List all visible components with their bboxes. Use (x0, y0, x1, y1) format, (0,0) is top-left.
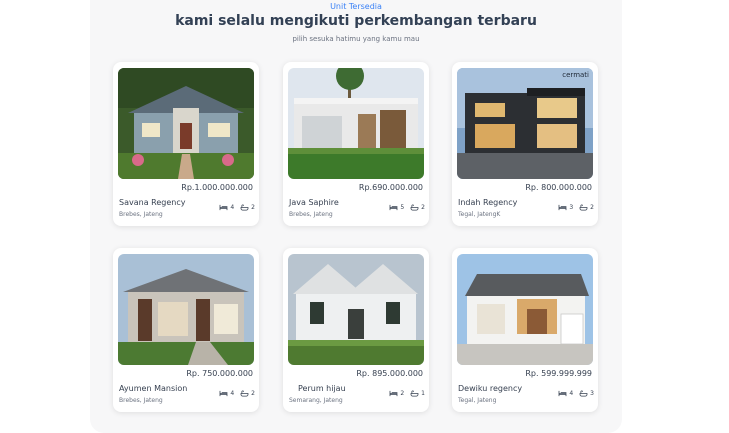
unit-price: Rp. 750.000.000 (186, 369, 253, 378)
unit-card-savana[interactable]: Rp.1.000.000.000 Savana Regency Brebes, … (113, 62, 259, 226)
bed-icon (558, 390, 567, 397)
unit-card-java-saphire[interactable]: Rp.690.000.000 Java Saphire Brebes, Jate… (283, 62, 429, 226)
unit-name[interactable]: Java Saphire (289, 198, 339, 207)
unit-card-dewiku-regency[interactable]: Rp. 599.999.999 Dewiku regency Tegal, Ja… (452, 248, 598, 412)
bath-count: 1 (410, 390, 425, 397)
unit-price: Rp. 895.000.000 (356, 369, 423, 378)
bed-count: 3 (558, 204, 573, 211)
unit-photo (118, 68, 254, 179)
bath-count: 2 (579, 204, 594, 211)
unit-location: Brebes, Jateng (289, 211, 333, 218)
unit-name[interactable]: Perum hijau (298, 384, 346, 393)
bath-count: 2 (240, 390, 255, 397)
unit-location: Tegal, Jateng (458, 397, 497, 404)
bath-count: 3 (579, 390, 594, 397)
bed-count: 4 (219, 204, 234, 211)
bed-icon (389, 204, 398, 211)
section-title: kami selalu mengikuti perkembangan terba… (175, 13, 537, 29)
bathtub-icon (410, 204, 419, 211)
unit-name[interactable]: Indah Regency (458, 198, 517, 207)
unit-photo (457, 254, 593, 365)
bed-count: 2 (389, 390, 404, 397)
bed-icon (389, 390, 398, 397)
bath-count: 2 (410, 204, 425, 211)
watermark: cermati (562, 71, 589, 79)
bath-count: 2 (240, 204, 255, 211)
unit-location: Brebes, Jateng (119, 397, 163, 404)
unit-name[interactable]: Dewiku regency (458, 384, 522, 393)
unit-location: Brebes, Jateng (119, 211, 163, 218)
bathtub-icon (579, 204, 588, 211)
section-tagline: pilih sesuka hatimu yang kamu mau (292, 35, 420, 43)
unit-name[interactable]: Savana Regency (119, 198, 185, 207)
bed-count: 4 (558, 390, 573, 397)
unit-name[interactable]: Ayumen Mansion (119, 384, 187, 393)
bed-icon (558, 204, 567, 211)
bathtub-icon (240, 204, 249, 211)
unit-photo (288, 68, 424, 179)
unit-price: Rp.690.000.000 (358, 183, 423, 192)
unit-location: Tegal, JatengK (458, 211, 501, 218)
bed-icon (219, 390, 228, 397)
bathtub-icon (410, 390, 419, 397)
unit-card-indah-regency[interactable]: cermati Rp. 800.000.000 Indah Regency Te… (452, 62, 598, 226)
bed-icon (219, 204, 228, 211)
section-subtitle: Unit Tersedia (330, 2, 382, 11)
unit-price: Rp. 800.000.000 (525, 183, 592, 192)
bathtub-icon (240, 390, 249, 397)
bed-count: 4 (219, 390, 234, 397)
unit-photo (118, 254, 254, 365)
unit-price: Rp.1.000.000.000 (181, 183, 253, 192)
unit-photo (288, 254, 424, 365)
bathtub-icon (579, 390, 588, 397)
unit-card-ayumen-mansion[interactable]: Rp. 750.000.000 Ayumen Mansion Brebes, J… (113, 248, 259, 412)
unit-photo: cermati (457, 68, 593, 179)
bed-count: 5 (389, 204, 404, 211)
unit-card-perum-hijau[interactable]: Rp. 895.000.000 Perum hijau Semarang, Ja… (283, 248, 429, 412)
unit-location: Semarang, Jateng (289, 397, 343, 404)
unit-price: Rp. 599.999.999 (525, 369, 592, 378)
